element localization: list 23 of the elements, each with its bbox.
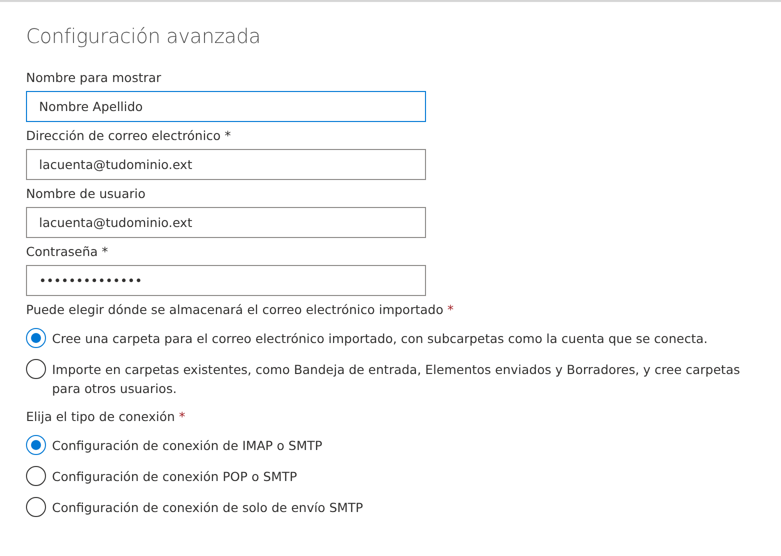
text-field[interactable]: lacuenta@tudominio.ext	[26, 149, 426, 180]
text-field[interactable]: Nombre Apellido	[26, 91, 426, 122]
required-mark: *	[447, 302, 454, 318]
group-label: Puede elegir dónde se almacenará el correo electrónico importado	[26, 302, 444, 318]
radio-button[interactable]	[26, 328, 46, 348]
field-label: Nombre para mostrar	[26, 70, 162, 86]
option-label: Configuración de conexión de solo de envío SMTP	[52, 499, 364, 517]
option-label: Configuración de conexión de IMAP o SMTP	[52, 437, 322, 455]
radio-button[interactable]	[26, 466, 46, 486]
field-label: Nombre de usuario	[26, 186, 147, 202]
radio-button[interactable]	[26, 359, 46, 379]
group-label: Elija el tipo de conexión	[26, 409, 175, 425]
required-mark: *	[178, 409, 186, 425]
text-field[interactable]: lacuenta@tudominio.ext	[26, 207, 426, 238]
text-field[interactable]: ••••••••••••••	[26, 265, 426, 296]
radio-button[interactable]	[26, 497, 46, 517]
radio-button[interactable]	[26, 435, 46, 455]
page-title: Configuración avanzada	[26, 24, 262, 48]
field-label: Dirección de correo electrónico *	[26, 128, 232, 144]
field-label: Contraseña *	[26, 244, 110, 260]
option-label: Configuración de conexión POP o SMTP	[52, 468, 298, 486]
option-label: Importe en carpetas existentes, como Bandeja de entrada, Elementos enviados y Borradores, y cree carpetas para otros usuarios.	[52, 361, 741, 398]
option-label: Cree una carpeta para el correo electrónico importado, con subcarpetas como la cuenta que se conecta.	[52, 330, 708, 348]
